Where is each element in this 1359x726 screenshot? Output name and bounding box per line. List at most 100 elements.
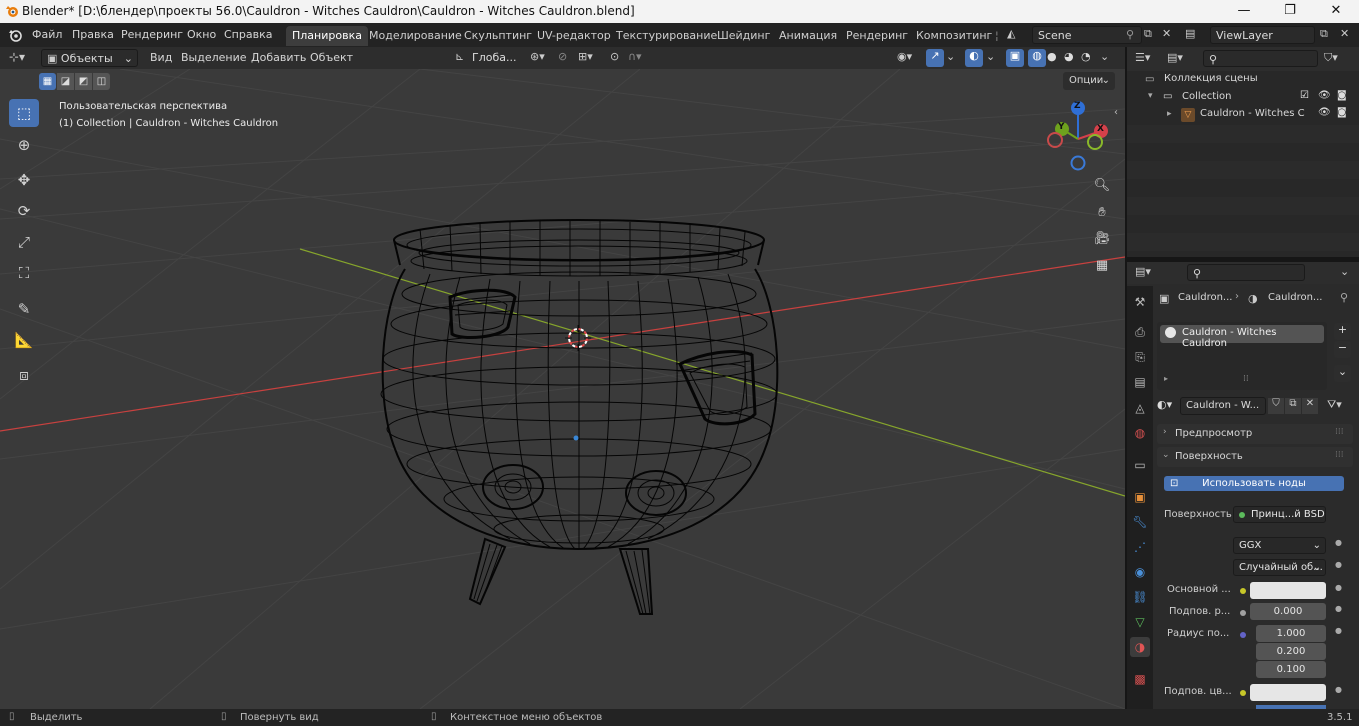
keyframe-dot-icon[interactable]: ● [1335, 583, 1342, 592]
falloff-icon[interactable]: ∩▾ [628, 50, 642, 63]
camera-render-icon[interactable]: ◙ [1337, 90, 1347, 101]
constraints-tab-icon[interactable]: ⛓ [1130, 587, 1150, 607]
3d-viewport[interactable]: Z X Y Пользовательская перспектива (1) C… [0, 69, 1125, 709]
texture-tab-icon[interactable]: ▩ [1130, 669, 1150, 689]
keyframe-dot-icon[interactable]: ● [1335, 685, 1342, 694]
list-resize-handle-icon[interactable]: ⁞⁞ [1243, 374, 1249, 384]
subsurface-radius-y-field[interactable]: 0.200 [1256, 643, 1326, 660]
camera-render-icon[interactable]: ◙ [1337, 107, 1347, 118]
tab-shading[interactable]: Шейдинг [711, 26, 776, 46]
sidebar-toggle-icon[interactable]: ‹ [1114, 107, 1118, 118]
preview-panel-header[interactable]: › Предпросмотр ⁞⁞⁞ [1157, 424, 1353, 444]
eye-icon[interactable]: 👁︎ [1318, 90, 1331, 101]
tabs-overflow-icon[interactable]: ¦ [995, 29, 999, 42]
proportional-edit-icon[interactable]: ⊙ [610, 50, 619, 63]
menu-edit[interactable]: Правка [72, 28, 114, 41]
expand-list-icon[interactable]: ▸ [1164, 374, 1168, 383]
slot-specials-button[interactable]: ⌄ [1334, 365, 1351, 382]
tab-animation[interactable]: Анимация [773, 26, 843, 46]
drag-handle-icon[interactable]: ⁞⁞⁞ [1335, 450, 1344, 460]
menu-add[interactable]: Добавить [251, 51, 306, 64]
color-socket-icon[interactable] [1240, 588, 1246, 594]
browse-material-icon[interactable]: ◐▾ [1157, 398, 1172, 411]
distribution-dropdown[interactable]: GGX ⌄ [1233, 537, 1326, 554]
color-socket-icon[interactable] [1240, 690, 1246, 696]
maximize-button[interactable]: ❐ [1267, 0, 1313, 23]
fake-user-icon[interactable]: ⛉ [1268, 398, 1284, 414]
perspective-grid-icon[interactable]: ▦ [1089, 252, 1115, 278]
scene-icon[interactable]: ◭ [1007, 27, 1029, 43]
select-new-icon[interactable]: ▦ [39, 73, 56, 90]
collection-tab-icon[interactable]: ▭ [1130, 455, 1150, 475]
material-tab-icon[interactable]: ◑ [1130, 637, 1150, 657]
view-layer-icon[interactable]: ▤ [1185, 27, 1207, 40]
navigation-gizmo[interactable] [1047, 101, 1108, 171]
tab-modeling[interactable]: Моделирование [363, 26, 468, 46]
camera-view-icon[interactable]: 🎥︎ [1089, 225, 1115, 251]
base-color-swatch[interactable] [1250, 582, 1326, 599]
particles-tab-icon[interactable]: ⋰ [1130, 537, 1150, 557]
menu-view[interactable]: Вид [150, 51, 172, 64]
object-data-tab-icon[interactable]: ▽ [1130, 612, 1150, 632]
mode-dropdown[interactable]: ▣ Объекты ⌄ [41, 49, 138, 67]
visibility-icon[interactable]: ◉▾ [897, 50, 912, 63]
select-invert-icon[interactable]: ◫ [93, 73, 110, 90]
surface-panel-header[interactable]: ⌄ Поверхность ⁞⁞⁞ [1157, 447, 1353, 467]
material-name-field[interactable]: Cauldron - W... [1180, 397, 1266, 415]
scene-tab-icon[interactable]: ◬ [1130, 398, 1150, 418]
display-mode-icon[interactable]: ▤▾ [1167, 51, 1183, 64]
gizmo-dropdown-icon[interactable]: ⌄ [946, 50, 955, 63]
select-extend-icon[interactable]: ◪ [57, 73, 74, 90]
view-layer-tab-icon[interactable]: ▤ [1130, 372, 1150, 392]
minimize-button[interactable]: — [1221, 0, 1267, 23]
link-mode-icon[interactable]: ⛛▾ [1327, 398, 1342, 412]
blender-menu-icon[interactable] [8, 28, 22, 42]
keyframe-dot-icon[interactable]: ● [1335, 604, 1342, 613]
overlay-toggle-icon[interactable]: ◐ [965, 49, 983, 67]
subsurface-radius-z-field[interactable]: 0.100 [1256, 661, 1326, 678]
material-shading-icon[interactable]: ◕ [1064, 50, 1074, 63]
tab-layout[interactable]: Планировка [286, 26, 368, 46]
output-tab-icon[interactable]: ⎘ [1130, 347, 1150, 367]
options-button[interactable]: Опции ⌄ [1063, 72, 1115, 90]
tool-tab-icon[interactable]: ⚒ [1130, 292, 1150, 312]
surface-shader-field[interactable]: Принц...й BSDF [1233, 506, 1326, 523]
outliner-search-input[interactable]: ⚲ [1203, 50, 1318, 67]
keyframe-dot-icon[interactable]: ● [1335, 626, 1342, 635]
drag-handle-icon[interactable]: ⁞⁞⁞ [1335, 427, 1344, 437]
menu-window[interactable]: Окно [187, 28, 216, 41]
close-button[interactable]: ✕ [1313, 0, 1359, 23]
vector-socket-icon[interactable] [1240, 632, 1246, 638]
pin-icon[interactable]: ⚲ [1126, 28, 1134, 41]
rendered-shading-icon[interactable]: ◔ [1081, 50, 1091, 63]
move-tool-icon[interactable]: ✥ [9, 166, 39, 194]
material-slot-list[interactable]: Cauldron - Witches Cauldron ▸ ⁞⁞ [1157, 322, 1327, 390]
tab-rendering[interactable]: Рендеринг [840, 26, 914, 46]
outliner-root[interactable]: Коллекция сцены [1164, 73, 1258, 84]
snap-icon[interactable]: ⊘ [558, 50, 567, 63]
tab-compositing[interactable]: Композитинг [910, 26, 998, 46]
pin-icon[interactable]: ⚲ [1340, 291, 1348, 304]
physics-tab-icon[interactable]: ◉ [1130, 562, 1150, 582]
float-socket-icon[interactable] [1240, 610, 1246, 616]
editor-type-icon[interactable]: ⊹▾ [9, 50, 25, 64]
subsurface-method-dropdown[interactable]: Случайный об... ⌄ [1233, 559, 1326, 576]
menu-file[interactable]: Файл [32, 28, 62, 41]
unlink-material-icon[interactable]: ✕ [1302, 398, 1318, 414]
properties-options-icon[interactable]: ⌄ [1340, 265, 1349, 278]
view-layer-field[interactable]: ViewLayer [1210, 26, 1315, 44]
transform-orientation-dropdown[interactable]: Глоба... [472, 51, 516, 64]
remove-slot-button[interactable]: − [1334, 341, 1351, 358]
material-slot-item[interactable]: Cauldron - Witches Cauldron [1160, 325, 1324, 349]
subsurface-radius-x-field[interactable]: 1.000 [1256, 625, 1326, 642]
add-cube-tool-icon[interactable]: ⧈ [9, 361, 39, 389]
keyframe-dot-icon[interactable]: ● [1335, 538, 1342, 547]
pivot-point-icon[interactable]: ⊛▾ [530, 50, 545, 63]
modifier-tab-icon[interactable]: 🔧︎ [1130, 512, 1150, 532]
cursor-tool-icon[interactable]: ⊕ [9, 131, 39, 159]
transform-tool-icon[interactable]: ⛶ [9, 259, 39, 287]
scale-tool-icon[interactable]: ⤢ [9, 228, 39, 256]
subsurface-color-swatch[interactable] [1250, 684, 1326, 701]
measure-tool-icon[interactable]: 📐 [9, 326, 39, 354]
zoom-icon[interactable]: 🔍︎ [1089, 172, 1115, 198]
